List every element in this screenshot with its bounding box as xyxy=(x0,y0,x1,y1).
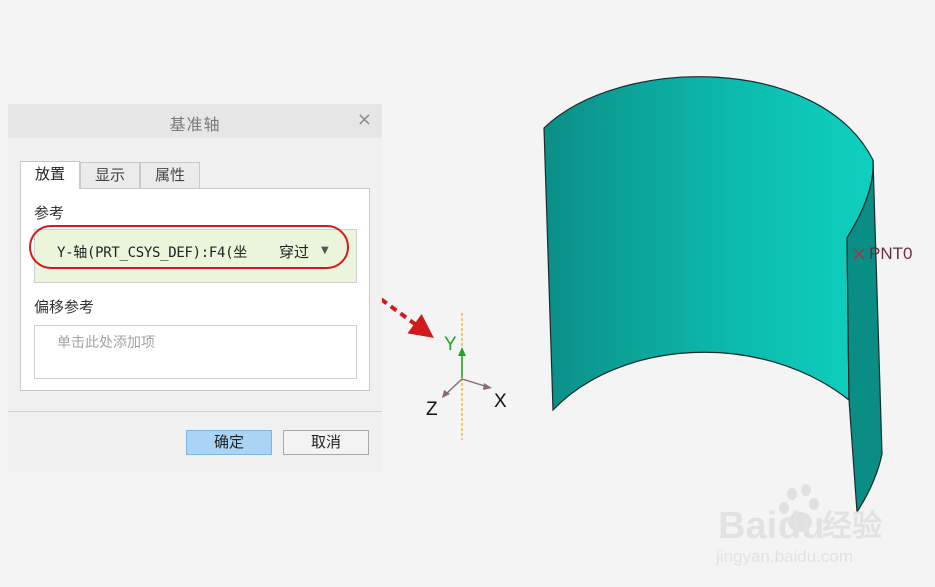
reference-label: 参考 xyxy=(34,204,65,222)
annotation-highlight-ring xyxy=(29,225,349,269)
watermark-brand: Bai xyxy=(718,505,777,547)
datum-axis-dialog: 基准轴 × 放置 显示 属性 参考 Y-轴(PRT_CSYS_DEF):F4(坐… xyxy=(8,104,382,472)
watermark-url: jingyan.baidu.com xyxy=(715,547,853,566)
placement-panel: 参考 Y-轴(PRT_CSYS_DEF):F4(坐 穿过 ▼ 偏移参考 单击此处… xyxy=(20,188,370,391)
offset-reference-label: 偏移参考 xyxy=(34,298,95,316)
dialog-titlebar[interactable]: 基准轴 × xyxy=(8,104,382,138)
tab-placement[interactable]: 放置 xyxy=(20,161,80,189)
cylindrical-surface[interactable] xyxy=(543,76,874,412)
coordinate-system-icon[interactable] xyxy=(442,313,492,440)
watermark-brand-du: du xyxy=(778,505,824,547)
tab-properties[interactable]: 属性 xyxy=(140,162,200,188)
dialog-title: 基准轴 xyxy=(169,115,221,134)
offset-placeholder: 单击此处添加项 xyxy=(57,335,155,351)
ok-button[interactable]: 确定 xyxy=(186,430,272,455)
dialog-divider xyxy=(8,411,382,412)
close-icon[interactable]: × xyxy=(357,109,372,130)
tab-display[interactable]: 显示 xyxy=(80,162,140,188)
x-axis-label: X xyxy=(494,391,507,412)
z-axis-label: Z xyxy=(426,399,438,420)
datum-point-label: PNT0 xyxy=(869,244,912,263)
cancel-button[interactable]: 取消 xyxy=(283,430,369,455)
watermark-product: 经验 xyxy=(822,509,882,543)
y-axis-label: Y xyxy=(444,334,457,355)
offset-reference-collector[interactable]: 单击此处添加项 xyxy=(34,325,357,379)
